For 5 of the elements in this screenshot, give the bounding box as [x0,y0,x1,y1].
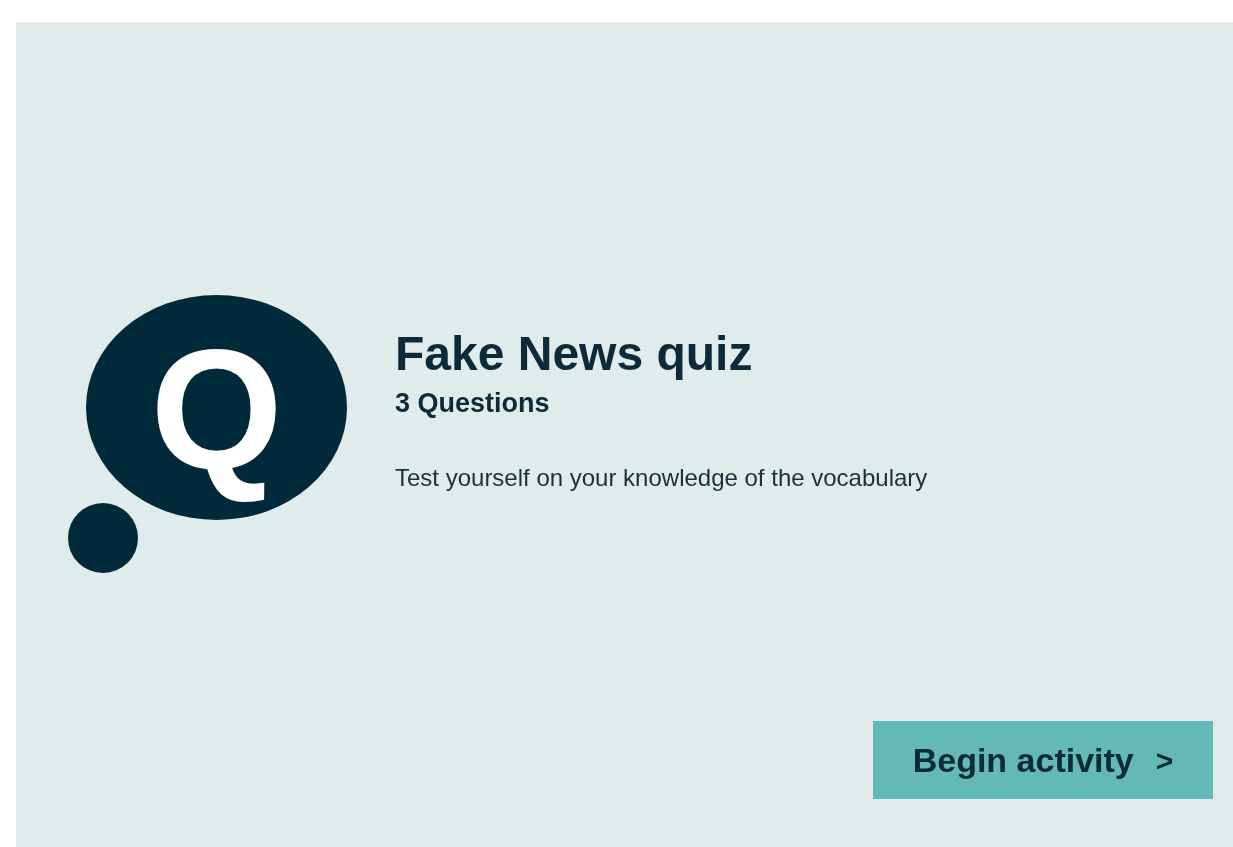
question-count: 3 Questions [395,387,551,419]
logo-letter: Q [150,312,283,506]
begin-activity-button[interactable]: Begin activity > [873,721,1213,799]
quiz-title: Fake News quiz [395,326,754,382]
quiz-description: Test yourself on your knowledge of the vocabulary [395,463,928,493]
